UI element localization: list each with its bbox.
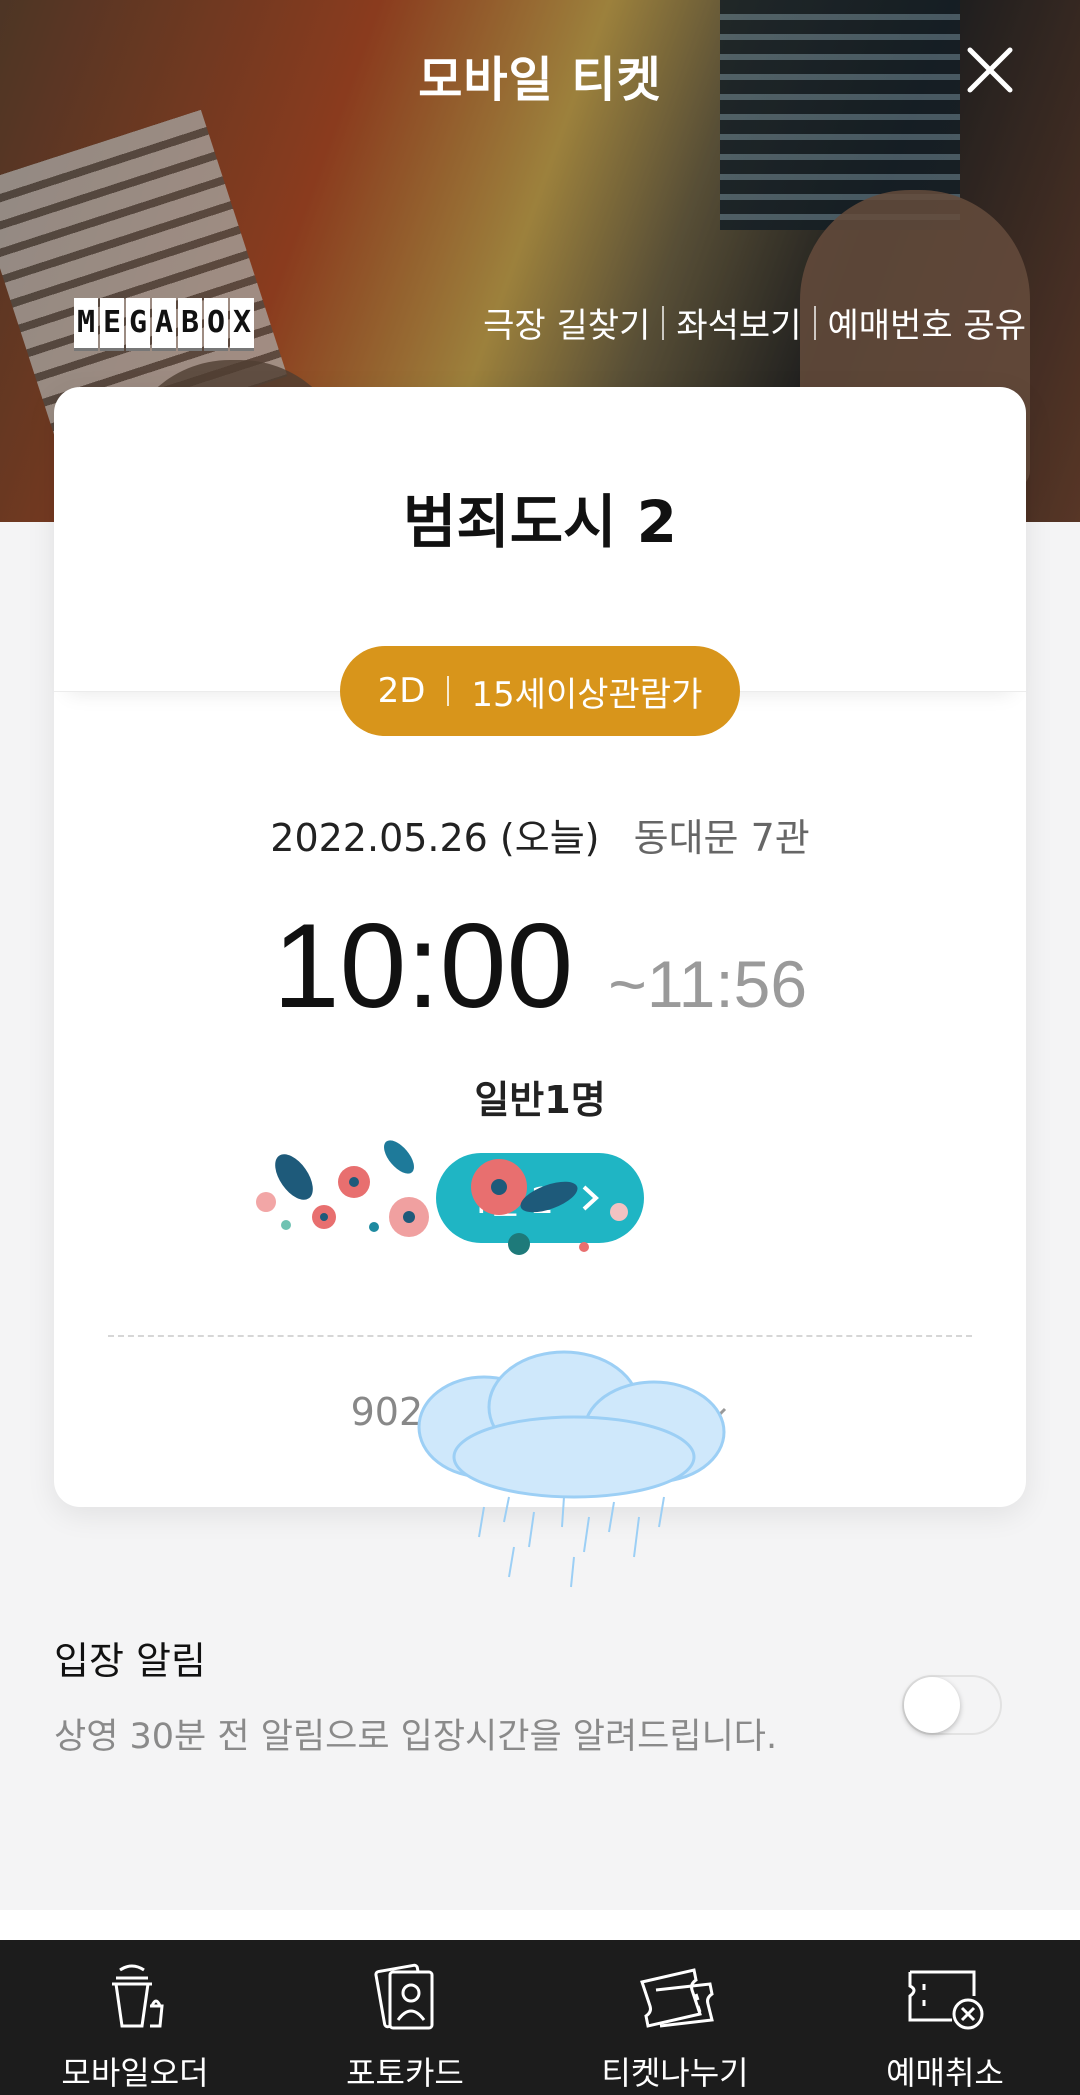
rating-label: 15세이상관람가	[471, 674, 703, 715]
nav-label: 예매취소	[886, 2054, 1004, 2092]
seat-button[interactable]: I열 2	[436, 1153, 644, 1243]
ticket-share-icon	[640, 1968, 714, 2028]
cloud-doodle-overlay	[417, 1350, 726, 1588]
theater-name: 동대문 7관	[633, 816, 810, 860]
drink-cup-icon	[112, 1964, 164, 2028]
showtime: 10:00 ~11:56	[54, 897, 1026, 1035]
entry-notification-toggle[interactable]	[902, 1675, 1002, 1735]
nav-ticket-share[interactable]: 티켓나누기	[540, 1940, 810, 2095]
header-links: 극장 길찾기 좌석보기 예매번호 공유	[483, 298, 1026, 347]
divider	[447, 676, 450, 706]
movie-title: 범죄도시 2	[403, 488, 677, 556]
chevron-down-icon	[702, 1407, 727, 1423]
photo-card-icon	[374, 1963, 434, 2030]
megabox-logo: M E G A B O X	[74, 298, 254, 351]
view-seats-link[interactable]: 좌석보기	[676, 298, 801, 347]
format-label: 2D	[377, 671, 426, 711]
show-date: 2022.05.26 (오늘)	[270, 816, 600, 860]
end-time: ~11:56	[608, 947, 808, 1021]
showtime-date: 2022.05.26 (오늘) 동대문 7관	[54, 807, 1026, 862]
nav-label: 티켓나누기	[601, 2054, 749, 2092]
nav-label: 모바일오더	[61, 2054, 209, 2092]
ticket-card: 범죄도시 2 2D 15세이상관람가 2022.05.26 (오늘) 동대문 7…	[54, 387, 1026, 1588]
nav-photo-card[interactable]: 포토카드	[270, 1940, 540, 2095]
toggle-knob	[904, 1677, 960, 1733]
start-time: 10:00	[272, 899, 574, 1033]
divider	[662, 305, 665, 340]
share-booking-number-link[interactable]: 예매번호 공유	[828, 298, 1027, 347]
entry-notification-description: 상영 30분 전 알림으로 입장시간을 알려드립니다.	[54, 1717, 778, 1757]
close-button[interactable]	[960, 40, 1020, 100]
chevron-right-icon	[582, 1185, 600, 1211]
audience-count: 일반1명	[474, 1078, 606, 1122]
bottom-navigation: 모바일오더 포토카드 티켓나누기 예매취소	[0, 1940, 1080, 2095]
divider	[813, 305, 816, 340]
nav-mobile-order[interactable]: 모바일오더	[0, 1940, 270, 2095]
entry-notification-title: 입장 알림	[54, 1639, 206, 1683]
nav-label: 포토카드	[346, 2054, 464, 2092]
booking-number-value: 9024	[350, 1390, 448, 1434]
separator	[0, 1910, 1080, 1940]
booking-number[interactable]: 9024	[54, 1390, 1026, 1434]
nav-cancel-booking[interactable]: 예매취소	[810, 1940, 1080, 2095]
theater-directions-link[interactable]: 극장 길찾기	[483, 298, 650, 347]
close-icon	[967, 47, 1013, 93]
seat-label: I열 2	[475, 1181, 555, 1222]
ticket-cancel-icon	[908, 1970, 984, 2030]
format-rating-badge: 2D 15세이상관람가	[340, 646, 740, 736]
page-title: 모바일 티켓	[418, 52, 662, 108]
dashed-divider	[108, 1335, 972, 1337]
